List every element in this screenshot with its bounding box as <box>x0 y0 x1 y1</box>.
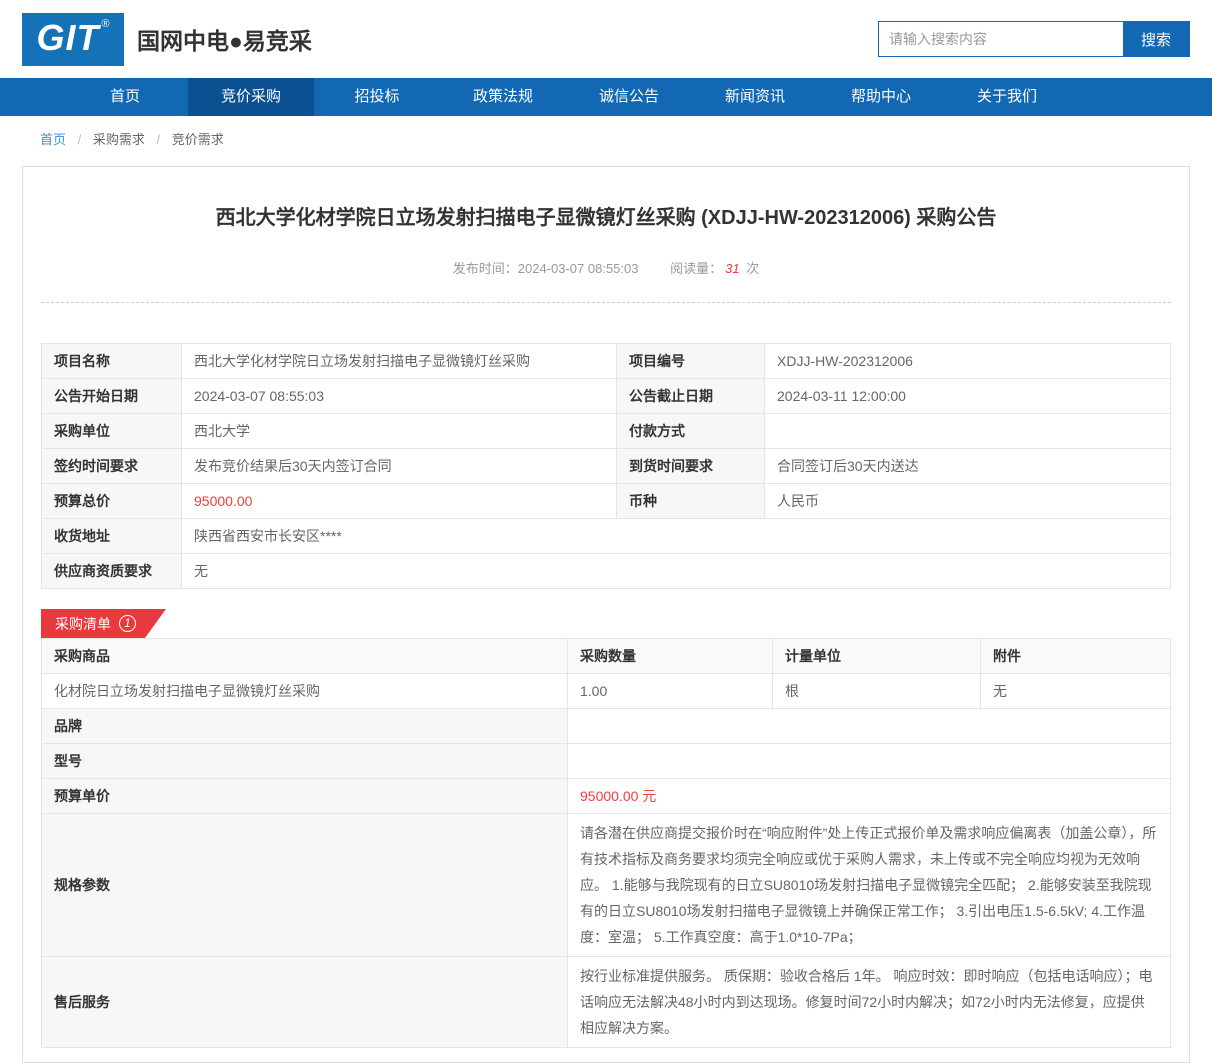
column-header-attachment: 附件 <box>980 638 1171 674</box>
site-header: GIT ® 国网中电●易竞采 搜索 <box>0 0 1212 78</box>
table-row: 规格参数 请各潜在供应商提交报价时在“响应附件”处上传正式报价单及需求响应偏离表… <box>41 813 1171 957</box>
read-count-unit: 次 <box>746 261 760 276</box>
field-label: 收货地址 <box>41 518 182 554</box>
table-row: 签约时间要求 发布竞价结果后30天内签订合同 到货时间要求 合同签订后30天内送… <box>41 448 1171 484</box>
table-header-row: 采购商品 采购数量 计量单位 附件 <box>41 638 1171 674</box>
field-label: 签约时间要求 <box>41 448 182 484</box>
read-count-label: 阅读量： <box>670 261 723 276</box>
table-row: 化材院日立场发射扫描电子显微镜灯丝采购 1.00 根 无 <box>41 673 1171 709</box>
nav-item-tendering[interactable]: 招投标 <box>314 78 440 116</box>
publish-time-value: 2024-03-07 08:55:03 <box>517 261 639 276</box>
field-value: 2024-03-07 08:55:03 <box>181 378 617 414</box>
field-value <box>764 413 1171 449</box>
table-row: 预算单价 95000.00 元 <box>41 778 1171 814</box>
product-name: 化材院日立场发射扫描电子显微镜灯丝采购 <box>41 673 568 709</box>
field-value: 2024-03-11 12:00:00 <box>764 378 1171 414</box>
field-value: 合同签订后30天内送达 <box>764 448 1171 484</box>
field-label: 项目名称 <box>41 343 182 379</box>
field-label: 供应商资质要求 <box>41 553 182 589</box>
table-row: 供应商资质要求 无 <box>41 553 1171 589</box>
field-label: 币种 <box>616 483 765 519</box>
breadcrumb-separator: / <box>156 132 161 147</box>
search-input[interactable] <box>879 22 1123 56</box>
site-logo[interactable]: GIT ® <box>22 12 124 66</box>
table-row: 公告开始日期 2024-03-07 08:55:03 公告截止日期 2024-0… <box>41 378 1171 414</box>
field-value <box>567 708 1171 744</box>
spec-parameters-value: 请各潜在供应商提交报价时在“响应附件”处上传正式报价单及需求响应偏离表（加盖公章… <box>567 813 1171 957</box>
nav-item-bidding-purchase[interactable]: 竞价采购 <box>188 78 314 116</box>
announcement-card: 西北大学化材学院日立场发射扫描电子显微镜灯丝采购 (XDJJ-HW-202312… <box>22 166 1190 1063</box>
purchase-list-tab-label: 采购清单 <box>55 615 111 632</box>
field-value: 人民币 <box>764 483 1171 519</box>
field-label: 售后服务 <box>41 956 568 1048</box>
field-label: 预算总价 <box>41 483 182 519</box>
project-info-table: 项目名称 西北大学化材学院日立场发射扫描电子显微镜灯丝采购 项目编号 XDJJ-… <box>41 343 1171 589</box>
field-label: 规格参数 <box>41 813 568 957</box>
after-sales-service-value: 按行业标准提供服务。 质保期：验收合格后 1年。 响应时效：即时响应（包括电话响… <box>567 956 1171 1048</box>
field-label: 采购单位 <box>41 413 182 449</box>
read-count-value: 31 <box>725 261 740 276</box>
search-button[interactable]: 搜索 <box>1123 22 1189 56</box>
product-attachment: 无 <box>980 673 1171 709</box>
field-label: 品牌 <box>41 708 568 744</box>
table-row: 预算总价 95000.00 币种 人民币 <box>41 483 1171 519</box>
table-row: 售后服务 按行业标准提供服务。 质保期：验收合格后 1年。 响应时效：即时响应（… <box>41 956 1171 1048</box>
page-title: 西北大学化材学院日立场发射扫描电子显微镜灯丝采购 (XDJJ-HW-202312… <box>215 207 997 229</box>
breadcrumb-purchase-demand[interactable]: 采购需求 <box>93 132 145 147</box>
nav-item-home[interactable]: 首页 <box>62 78 188 116</box>
field-label: 到货时间要求 <box>616 448 765 484</box>
field-label: 型号 <box>41 743 568 779</box>
field-value: 西北大学 <box>181 413 617 449</box>
publish-time-label: 发布时间： <box>452 261 518 276</box>
search-bar: 搜索 <box>878 21 1190 57</box>
breadcrumb-home[interactable]: 首页 <box>40 132 66 147</box>
table-row: 品牌 <box>41 708 1171 744</box>
nav-item-about-us[interactable]: 关于我们 <box>944 78 1070 116</box>
table-row: 采购单位 西北大学 付款方式 <box>41 413 1171 449</box>
breadcrumb: 首页 / 采购需求 / 竞价需求 <box>0 116 1212 160</box>
field-value: 无 <box>181 553 1171 589</box>
site-title: 国网中电●易竞采 <box>137 28 312 54</box>
field-label: 公告截止日期 <box>616 378 765 414</box>
breadcrumb-bidding-demand: 竞价需求 <box>171 132 224 147</box>
field-value: XDJJ-HW-202312006 <box>764 343 1171 379</box>
tab-purchase-list[interactable]: 采购清单 1 <box>41 609 166 638</box>
field-value <box>567 743 1171 779</box>
field-value: 西北大学化材学院日立场发射扫描电子显微镜灯丝采购 <box>181 343 617 379</box>
field-value: 发布竞价结果后30天内签订合同 <box>181 448 617 484</box>
nav-item-help-center[interactable]: 帮助中心 <box>818 78 944 116</box>
main-nav: 首页 竞价采购 招投标 政策法规 诚信公告 新闻资讯 帮助中心 关于我们 <box>0 78 1212 116</box>
column-header-product: 采购商品 <box>41 638 568 674</box>
dashed-divider <box>41 302 1171 303</box>
column-header-quantity: 采购数量 <box>567 638 773 674</box>
purchase-list-table: 采购商品 采购数量 计量单位 附件 化材院日立场发射扫描电子显微镜灯丝采购 1.… <box>41 638 1171 1048</box>
field-value: 陕西省西安市长安区**** <box>181 518 1171 554</box>
product-quantity: 1.00 <box>567 673 773 709</box>
breadcrumb-separator: / <box>77 132 82 147</box>
field-label: 付款方式 <box>616 413 765 449</box>
budget-total-value: 95000.00 <box>181 483 617 519</box>
nav-item-integrity-notice[interactable]: 诚信公告 <box>566 78 692 116</box>
table-row: 收货地址 陕西省西安市长安区**** <box>41 518 1171 554</box>
announcement-meta: 发布时间：2024-03-07 08:55:03 阅读量： 31 次 <box>41 258 1171 277</box>
nav-item-news[interactable]: 新闻资讯 <box>692 78 818 116</box>
field-label: 项目编号 <box>616 343 765 379</box>
column-header-unit: 计量单位 <box>772 638 981 674</box>
field-label: 预算单价 <box>41 778 568 814</box>
nav-item-policies[interactable]: 政策法规 <box>440 78 566 116</box>
table-row: 项目名称 西北大学化材学院日立场发射扫描电子显微镜灯丝采购 项目编号 XDJJ-… <box>41 343 1171 379</box>
logo-text: GIT <box>36 16 100 58</box>
budget-unit-price-value: 95000.00 元 <box>567 778 1171 814</box>
tab-count-badge: 1 <box>119 615 136 632</box>
table-row: 型号 <box>41 743 1171 779</box>
product-unit: 根 <box>772 673 981 709</box>
logo-registered-mark: ® <box>101 17 110 30</box>
field-label: 公告开始日期 <box>41 378 182 414</box>
